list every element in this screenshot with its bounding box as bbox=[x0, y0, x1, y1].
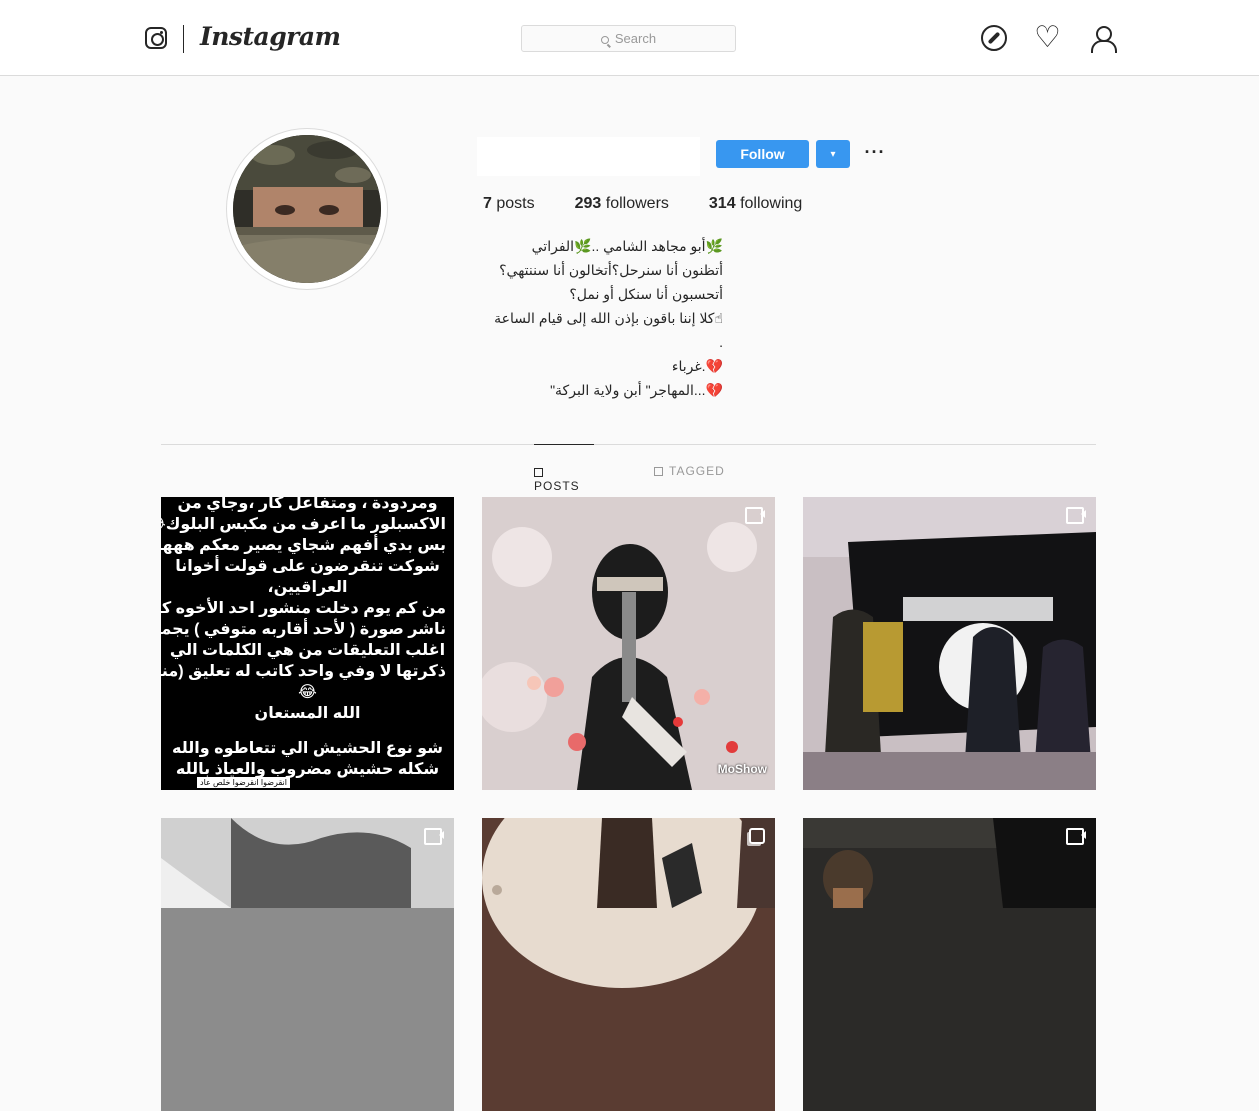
post-text-line: بس بدي أفهم شجاي يصير معكم ههههه bbox=[161, 537, 446, 554]
tab-tagged[interactable]: Tagged bbox=[654, 444, 734, 494]
post-text-line: ناشر صورة ( لأحد أقاربه متوفي ) يجماعه bbox=[161, 621, 446, 638]
search-placeholder: Search bbox=[614, 31, 657, 46]
bio-line: ☝كلا إننا باقون بإذن الله إلى قيام الساع… bbox=[494, 310, 723, 326]
video-icon bbox=[745, 507, 765, 524]
video-icon bbox=[1066, 507, 1086, 524]
post-text-line: من كم يوم دخلت منشور احد الأخوه كان bbox=[161, 600, 446, 617]
search-icon bbox=[600, 36, 609, 44]
post-text-line: ومردودة ، ومتفاعل كار ،وجاي من bbox=[177, 497, 438, 512]
post-watermark: MoShow bbox=[717, 762, 767, 776]
post-image bbox=[482, 818, 775, 1111]
more-options-button[interactable]: ··· bbox=[862, 138, 888, 166]
following-stat[interactable]: 314 following bbox=[709, 195, 802, 213]
tagged-person-icon bbox=[654, 467, 663, 476]
tabs-divider bbox=[161, 444, 1096, 445]
post-tile[interactable]: ومردودة ، ومتفاعل كار ،وجاي من الاكسبلور… bbox=[161, 497, 454, 790]
explore-compass-icon[interactable] bbox=[981, 25, 1007, 51]
follow-button[interactable]: Follow bbox=[716, 140, 809, 168]
tab-posts-label: Posts bbox=[534, 479, 580, 493]
username-redacted-box bbox=[477, 137, 700, 176]
top-navigation-bar: Instagram Search ♡ bbox=[0, 0, 1259, 76]
tab-posts[interactable]: Posts bbox=[534, 444, 594, 494]
post-image bbox=[161, 818, 454, 1111]
posts-count: 7 bbox=[483, 195, 492, 212]
avatar bbox=[233, 135, 381, 283]
video-icon bbox=[1066, 828, 1086, 845]
post-text-line: اغلب التعليقات من هي الكلمات الي bbox=[169, 642, 446, 659]
post-text-line: 😂 bbox=[298, 684, 317, 701]
post-tile[interactable] bbox=[803, 818, 1096, 1111]
post-tile[interactable]: MoShow bbox=[482, 497, 775, 790]
followers-count: 293 bbox=[574, 195, 602, 212]
avatar-image bbox=[233, 135, 381, 283]
post-text-overlay: ومردودة ، ومتفاعل كار ،وجاي من الاكسبلور… bbox=[161, 497, 446, 780]
bio-line: 🌿أبو مجاهد الشامي ..🌿الفراتي bbox=[531, 238, 723, 254]
bio-line: . bbox=[719, 334, 723, 350]
grid-icon bbox=[534, 468, 543, 477]
post-tile[interactable] bbox=[803, 497, 1096, 790]
post-tile[interactable] bbox=[482, 818, 775, 1111]
post-text-line: العراقيين، bbox=[267, 579, 348, 596]
instagram-logo-icon[interactable] bbox=[145, 27, 167, 49]
profile-stats: 7 posts 293 followers 314 following bbox=[483, 195, 842, 213]
video-icon bbox=[424, 828, 444, 845]
post-text-line bbox=[169, 724, 446, 738]
bio-line: أتظنون أنا سنرحل؟أتخالون أنا سننتهي؟ bbox=[499, 262, 723, 278]
profile-bio: 🌿أبو مجاهد الشامي ..🌿الفراتي أتظنون أنا … bbox=[483, 234, 723, 402]
posts-stat: 7 posts bbox=[483, 195, 535, 213]
heart-icon[interactable]: ♡ bbox=[1034, 23, 1061, 53]
tab-tagged-label: Tagged bbox=[669, 464, 725, 478]
post-image bbox=[803, 497, 1096, 790]
post-image bbox=[482, 497, 775, 790]
following-count: 314 bbox=[708, 195, 736, 212]
instagram-wordmark[interactable]: Instagram bbox=[200, 22, 341, 51]
search-input[interactable]: Search bbox=[521, 25, 736, 52]
multiple-photos-icon bbox=[749, 828, 765, 844]
post-tile[interactable] bbox=[161, 818, 454, 1111]
post-text-line: ذكرتها لا وفي واحد كاتب له تعليق (منور) bbox=[161, 663, 446, 680]
followers-label: followers bbox=[605, 195, 669, 212]
bio-line: أتحسبون أنا سنكل أو نمل؟ bbox=[569, 286, 723, 302]
profile-avatar-ring[interactable] bbox=[226, 128, 388, 290]
post-footer-caption: انقرضوا انقرضوا خلص عاد bbox=[197, 777, 290, 788]
post-image bbox=[803, 818, 1096, 1111]
followers-stat[interactable]: 293 followers bbox=[575, 195, 669, 213]
bio-line: 💔.غرباء bbox=[671, 358, 723, 374]
following-label: following bbox=[740, 195, 803, 212]
post-text-line: الله المستعان bbox=[254, 705, 361, 722]
suggested-dropdown-button[interactable]: ▾ bbox=[816, 140, 850, 168]
posts-label: posts bbox=[496, 195, 535, 212]
post-text-line: شو نوع الحشيش الي تتعاطوه والله bbox=[172, 740, 443, 757]
post-text-line: شوكت تنقرضون على قولت أخوانا bbox=[175, 558, 440, 575]
post-text-line: الاكسبلور ما اعرف من مكبس البلوك😂 bbox=[161, 516, 446, 533]
logo-divider bbox=[183, 25, 184, 53]
bio-line: 💔...المهاجر" أبن ولاية البركة" bbox=[550, 382, 723, 398]
profile-person-icon[interactable] bbox=[1090, 25, 1117, 53]
